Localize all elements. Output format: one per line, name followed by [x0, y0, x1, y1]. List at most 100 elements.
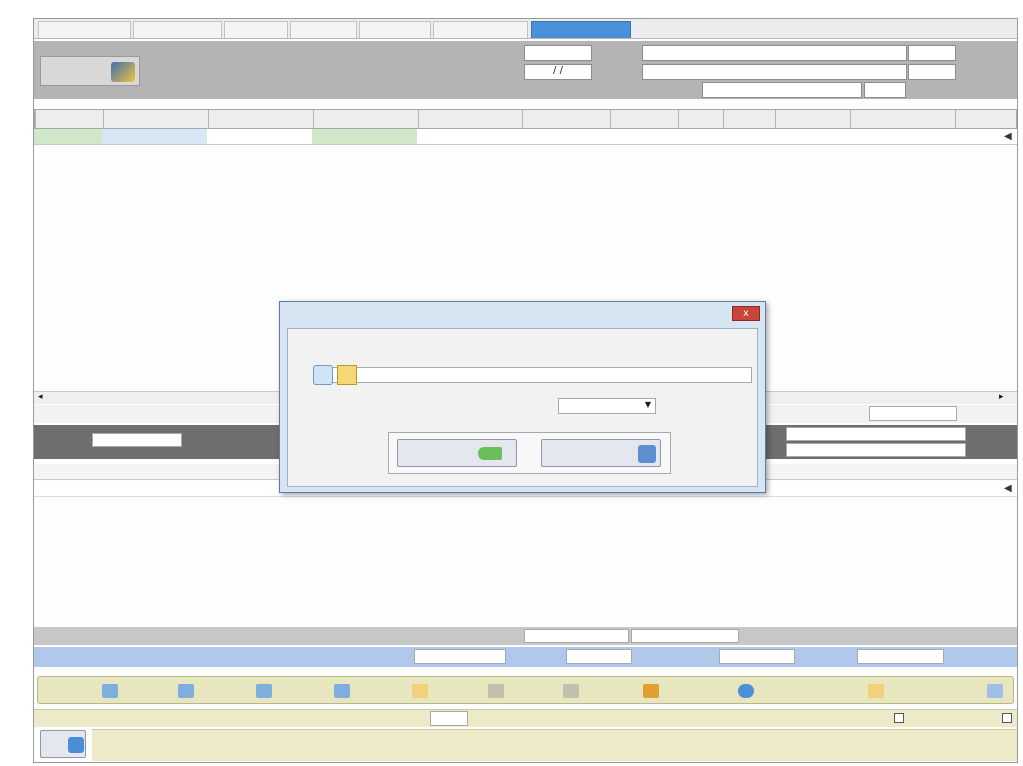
- product-name-input[interactable]: [786, 443, 966, 457]
- payable-input[interactable]: [414, 649, 506, 664]
- items-grid-row[interactable]: ◀: [34, 129, 1017, 145]
- payable-label: [508, 650, 564, 664]
- date-input[interactable]: / /: [524, 64, 592, 80]
- refresh-icon[interactable]: [313, 365, 333, 385]
- chevron-down-icon[interactable]: ▼: [641, 400, 655, 412]
- post-checkbox[interactable]: [1002, 713, 1012, 723]
- help-button[interactable]: [678, 677, 758, 705]
- prepayment-label: [797, 650, 854, 664]
- delete-icon: [488, 684, 504, 698]
- lower-row-pointer-icon: ◀: [1004, 483, 1012, 494]
- col-subunit-count: [610, 110, 678, 128]
- last-exit-order-input[interactable]: [430, 711, 468, 726]
- excel-import-dialog: x ▼: [279, 301, 766, 493]
- col-after-discount: [208, 110, 313, 128]
- exit-icon: [68, 737, 84, 753]
- customer-name-input[interactable]: [642, 45, 907, 61]
- lower-col-discounts: [920, 465, 1016, 479]
- sum-input-1[interactable]: [631, 629, 739, 643]
- detail2-code-input[interactable]: [908, 64, 956, 80]
- customer-code-input[interactable]: [908, 45, 956, 61]
- show-data-button[interactable]: [541, 439, 661, 467]
- tab-6[interactable]: [433, 21, 528, 38]
- next-record-icon: [256, 684, 272, 698]
- cancel-toolbar-button[interactable]: [513, 677, 583, 705]
- prev-button[interactable]: [138, 677, 198, 705]
- col-approved-number: [775, 110, 850, 128]
- tab-bar: [34, 19, 1017, 39]
- account-type-code-input[interactable]: [864, 82, 906, 98]
- customer-card-button[interactable]: [790, 677, 890, 705]
- other-accounts-input[interactable]: [566, 649, 632, 664]
- warehouse-name-label: [969, 428, 1015, 441]
- scroll-right-icon[interactable]: ▸: [999, 392, 1004, 402]
- cancel-toolbar-label: [519, 685, 559, 698]
- detail2-name-input[interactable]: [642, 64, 907, 80]
- invoice-total-label: [946, 650, 1016, 664]
- browse-folder-icon[interactable]: [337, 365, 357, 385]
- voucher-number-label: [674, 712, 784, 725]
- tools-button[interactable]: [593, 677, 663, 705]
- tab-2[interactable]: [133, 21, 222, 38]
- accounts-button[interactable]: [913, 677, 1009, 705]
- exit-label: [44, 739, 66, 752]
- last-exit-order-label: [470, 712, 666, 725]
- invoice-total-input[interactable]: [857, 649, 944, 664]
- next-label: [222, 685, 252, 698]
- post-label: [964, 712, 1000, 725]
- cell-discount-addition[interactable]: [312, 129, 417, 144]
- issue-voucher-checkbox[interactable]: [894, 713, 904, 723]
- dialog-cancel-button[interactable]: [397, 439, 517, 467]
- next-button[interactable]: [216, 677, 276, 705]
- col-rate: [522, 110, 610, 128]
- last-button[interactable]: [288, 677, 354, 705]
- total-subunits-input[interactable]: [92, 433, 182, 447]
- excel-path-input[interactable]: [315, 367, 752, 383]
- prev-record-icon: [178, 684, 194, 698]
- invoice-totals-band: [34, 647, 1017, 667]
- number-label: [594, 46, 638, 60]
- excel-path-label: [648, 349, 754, 363]
- sum-input-2[interactable]: [524, 629, 629, 643]
- warehouse-name-input[interactable]: [786, 427, 966, 441]
- extra-info-label: [45, 65, 107, 79]
- scroll-left-icon[interactable]: ◂: [38, 392, 43, 402]
- account-type-name-input[interactable]: [702, 82, 862, 98]
- detail2-label: [959, 67, 1011, 81]
- update-time-label: [512, 732, 622, 745]
- tab-7-active[interactable]: [531, 21, 631, 38]
- help-label: [684, 685, 734, 698]
- tab-4[interactable]: [290, 21, 357, 38]
- sales-amount-label: [959, 407, 1015, 421]
- edit-document-icon: [111, 62, 135, 82]
- col-warehouse-code: [955, 110, 1017, 128]
- extra-info-button[interactable]: [40, 56, 140, 86]
- tab-5[interactable]: [359, 21, 431, 38]
- number-input[interactable]: [524, 45, 592, 61]
- exit-button[interactable]: [40, 730, 86, 758]
- delete-label: [454, 685, 484, 698]
- delete-button[interactable]: [448, 677, 508, 705]
- header-band: / /: [34, 41, 1017, 99]
- sales-amount-input[interactable]: [869, 406, 957, 421]
- create-button[interactable]: [366, 677, 432, 705]
- update-date-label: [742, 732, 852, 745]
- card-icon: [868, 684, 884, 698]
- fiscal-period-label: [932, 747, 1014, 760]
- col-discount-addition: [313, 110, 418, 128]
- issue-voucher-label: [794, 712, 890, 725]
- date-label: [594, 65, 638, 79]
- sheet-select[interactable]: ▼: [558, 398, 656, 414]
- prepayment-input[interactable]: [719, 649, 795, 664]
- accounts-label: [921, 685, 983, 698]
- new-document-icon: [412, 684, 428, 698]
- cell-total-sales[interactable]: [34, 129, 102, 144]
- tab-3[interactable]: [224, 21, 288, 38]
- dialog-close-button[interactable]: x: [732, 306, 760, 321]
- tab-1[interactable]: [38, 21, 131, 38]
- cell-tax-duties[interactable]: [102, 129, 207, 144]
- first-button[interactable]: [60, 677, 122, 705]
- sum-row: [34, 627, 1017, 645]
- first-label: [66, 685, 98, 698]
- accounts-icon: [987, 684, 1003, 698]
